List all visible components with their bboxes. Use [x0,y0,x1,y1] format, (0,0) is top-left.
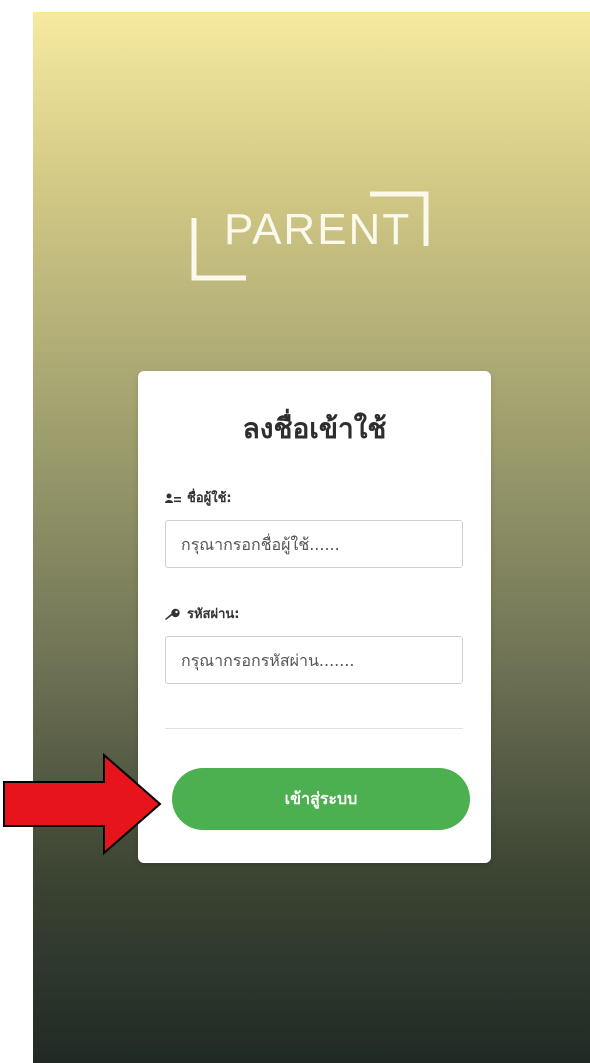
login-button[interactable]: เข้าสู่ระบบ [172,768,470,830]
logo-text: PARENT [224,205,412,254]
red-arrow-icon [0,752,165,856]
app-screen: PARENT ลงชื่อเข้าใช้ ชื่อผู้ใช้: กรุณากร… [33,12,590,1063]
username-label-text: ชื่อผู้ใช้: [187,491,232,506]
user-icon [165,492,181,504]
form-divider [165,728,463,729]
username-input[interactable] [165,520,463,568]
parent-logo: PARENT [190,190,440,286]
login-card: ลงชื่อเข้าใช้ ชื่อผู้ใช้: กรุณากรอกชื่อผ… [138,371,491,863]
login-title: ลงชื่อเข้าใช้ [242,412,387,445]
password-label: รหัสผ่าน: [165,603,240,624]
username-label: ชื่อผู้ใช้: [165,487,232,508]
password-label-text: รหัสผ่าน: [187,607,240,622]
password-input[interactable] [165,636,463,684]
key-icon [165,608,181,620]
